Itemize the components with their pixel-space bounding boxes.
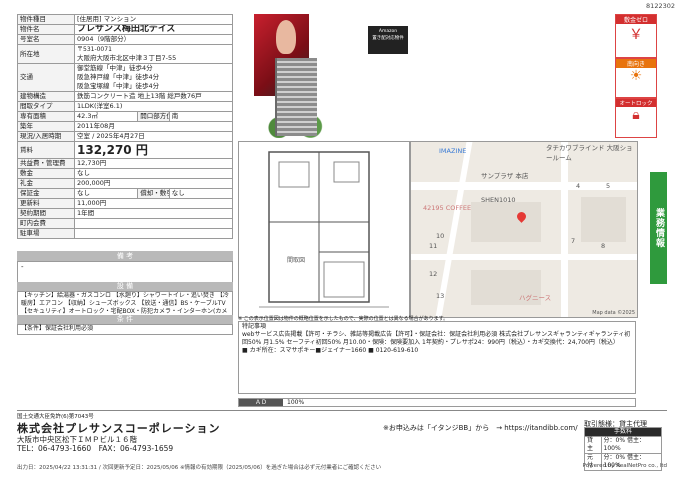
property-name: プレサンス梅田北デイズ	[74, 24, 233, 35]
divider	[17, 410, 667, 411]
map-label-hagnis: ハグニース	[519, 294, 552, 302]
floor-plan: 間取図	[238, 141, 410, 318]
name-label: 物件名	[17, 24, 75, 35]
key-money-value: 200,000円	[74, 178, 233, 189]
kind-value: [住居用] マンション	[74, 14, 233, 25]
map-block-number: 10	[436, 232, 445, 240]
special-notes: 特記事項 webサービス広告掲載【許可・チラシ、雑誌等掲載広告【許可】・保証会社…	[238, 321, 636, 394]
renewal-label: 更新料	[17, 198, 75, 209]
map-label-tachikawa: タチカワブラインド 大阪ショールーム	[546, 144, 633, 162]
special-notes-title: 特記事項	[242, 323, 267, 330]
ad-row: ＡＤ 100%	[238, 398, 636, 407]
window-label: 開口部方位	[137, 111, 170, 122]
map-block-number: 5	[606, 182, 611, 190]
community-fee-label: 町内会費	[17, 218, 75, 229]
remarks-text: -	[21, 263, 24, 271]
spec-table: 物件種目 [住居用] マンション 物件名 プレサンス梅田北デイズ 号室名 0904（9…	[17, 14, 234, 239]
conditions-heading: 条 件	[17, 315, 233, 324]
ad-label: ＡＤ	[239, 399, 283, 406]
map-label-imazine: IMAZINE	[439, 147, 467, 155]
footer-output-date: 出力日：2025/04/22 13:31:31 / 次回更新予定日：2025/0…	[17, 465, 382, 471]
conditions-text: 【条件】保証会社利用必須	[17, 324, 233, 335]
address-value: 〒531-0071 大阪府大阪市北区中津３丁目7-55	[74, 44, 233, 64]
lock-icon: 🔒︎	[632, 107, 640, 123]
renewal-value: 11,000円	[74, 198, 233, 209]
special-notes-text: webサービス広告掲載【許可・チラシ、雑誌等掲載広告【許可】・保証会社：保証会社…	[242, 331, 631, 346]
parking-label: 駐車場	[17, 228, 75, 239]
amazon-badge: Amazon 置き配対応物件	[368, 26, 408, 54]
period-value: 1年間	[74, 208, 233, 219]
business-info-tab[interactable]: 業務情報	[650, 172, 667, 284]
fee-row-value: 分：0% 借主：100%	[600, 436, 663, 454]
sun-icon: ☀	[629, 68, 643, 84]
address-label: 所在地	[17, 44, 75, 64]
svg-text:間取図: 間取図	[287, 257, 305, 264]
period-label: 契約期間	[17, 208, 75, 219]
map-block-number: 4	[576, 182, 581, 190]
window-value: 南	[168, 111, 234, 122]
building-photo	[275, 58, 317, 136]
amortization-value: なし	[168, 188, 234, 199]
map-label-shen: SHEN1010	[481, 196, 516, 204]
equipment-heading: 設 備	[17, 282, 233, 291]
room-label: 号室名	[17, 34, 75, 45]
community-fee-value	[74, 218, 233, 229]
license-number: 国土交通大臣免許(6)第7043号	[17, 414, 94, 420]
room-value: 0904（9階部分）	[74, 34, 233, 45]
map-label-coffee: 42195 COFFEE	[423, 204, 472, 212]
structure-value: 鉄筋コンクリート造 地上13階 総戸数76戸	[74, 91, 233, 102]
map-block-number: 13	[436, 292, 445, 300]
remarks-heading: 備 考	[17, 251, 233, 261]
deposit-label: 敷金	[17, 168, 75, 179]
traffic-label: 交通	[17, 63, 75, 92]
remarks-box: -	[17, 261, 233, 283]
status-value: 空室 / 2025年4月27日	[74, 131, 233, 142]
fee-header: 手数料	[584, 427, 662, 437]
map-block-number: 7	[571, 237, 576, 245]
equipment-text: 【キッチン】給湯器・ガスコンロ 【水廻り】シャワートイレ・追い焚き 【冷暖房】エ…	[17, 291, 233, 316]
layout-label: 間取タイプ	[17, 101, 75, 112]
key-money-label: 礼金	[17, 178, 75, 189]
map-label-sunplaza: サンプラザ 本店	[481, 172, 529, 180]
layout-value: 1LDK(洋室6.1)	[74, 101, 233, 112]
built-value: 2011年08月	[74, 121, 233, 132]
built-label: 築年	[17, 121, 75, 132]
map-block-number: 12	[429, 270, 438, 278]
location-map: IMAZINE サンプラザ 本店 SHEN1010 42195 COFFEE タ…	[410, 141, 638, 318]
floor-plan-drawing: 間取図	[259, 151, 389, 308]
ad-value: 100%	[287, 399, 305, 406]
kind-label: 物件種目	[17, 14, 75, 25]
rent-value: 132,270 円	[74, 141, 233, 159]
map-block-number: 11	[429, 242, 438, 250]
fee-row-label: 貸主	[584, 436, 602, 454]
badge-no-deposit: 敷金ゼロ ￥	[615, 14, 657, 58]
apply-link[interactable]: ※お申込みは「イタンジBB」から → https://itandibb.com/	[383, 423, 578, 433]
amortization-label: 償却・敷引	[137, 188, 170, 199]
ad-photo-face	[276, 20, 296, 54]
fee-value: 12,730円	[74, 158, 233, 169]
fee-label: 共益費・管理費	[17, 158, 75, 169]
key-location: ■ カギ所在：スマサポキー■ジェイナー1660 ■ 0120-619-610	[242, 347, 419, 354]
badge-south: 南向き ☀	[615, 58, 657, 98]
guarantee-label: 保証金	[17, 188, 75, 199]
status-label: 現況/入居時期	[17, 131, 75, 142]
traffic-value: 御堂筋線「中津」徒歩4分 阪急神戸線「中津」徒歩4分 阪急宝塚線「中津」徒歩4分	[74, 63, 233, 92]
map-credit: Map data ©2025	[592, 310, 635, 316]
company-phone: TEL：06-4793-1660 FAX：06-4793-1659	[17, 444, 174, 453]
area-value: 42.3㎡	[73, 111, 139, 122]
footer-powered-by: Powered by RealNetPro co., ltd	[582, 463, 667, 469]
structure-label: 建物構造	[17, 91, 75, 102]
badge-autolock: オートロック 🔒︎	[615, 98, 657, 138]
money-icon: ￥	[629, 27, 643, 43]
map-block-number: 8	[601, 242, 606, 250]
document-id: 8122302	[646, 2, 675, 10]
deposit-value: なし	[74, 168, 233, 179]
rent-label: 賃料	[17, 141, 75, 159]
area-label: 専有面積	[17, 111, 75, 122]
parking-value	[74, 228, 233, 239]
guarantee-value: なし	[73, 188, 139, 199]
